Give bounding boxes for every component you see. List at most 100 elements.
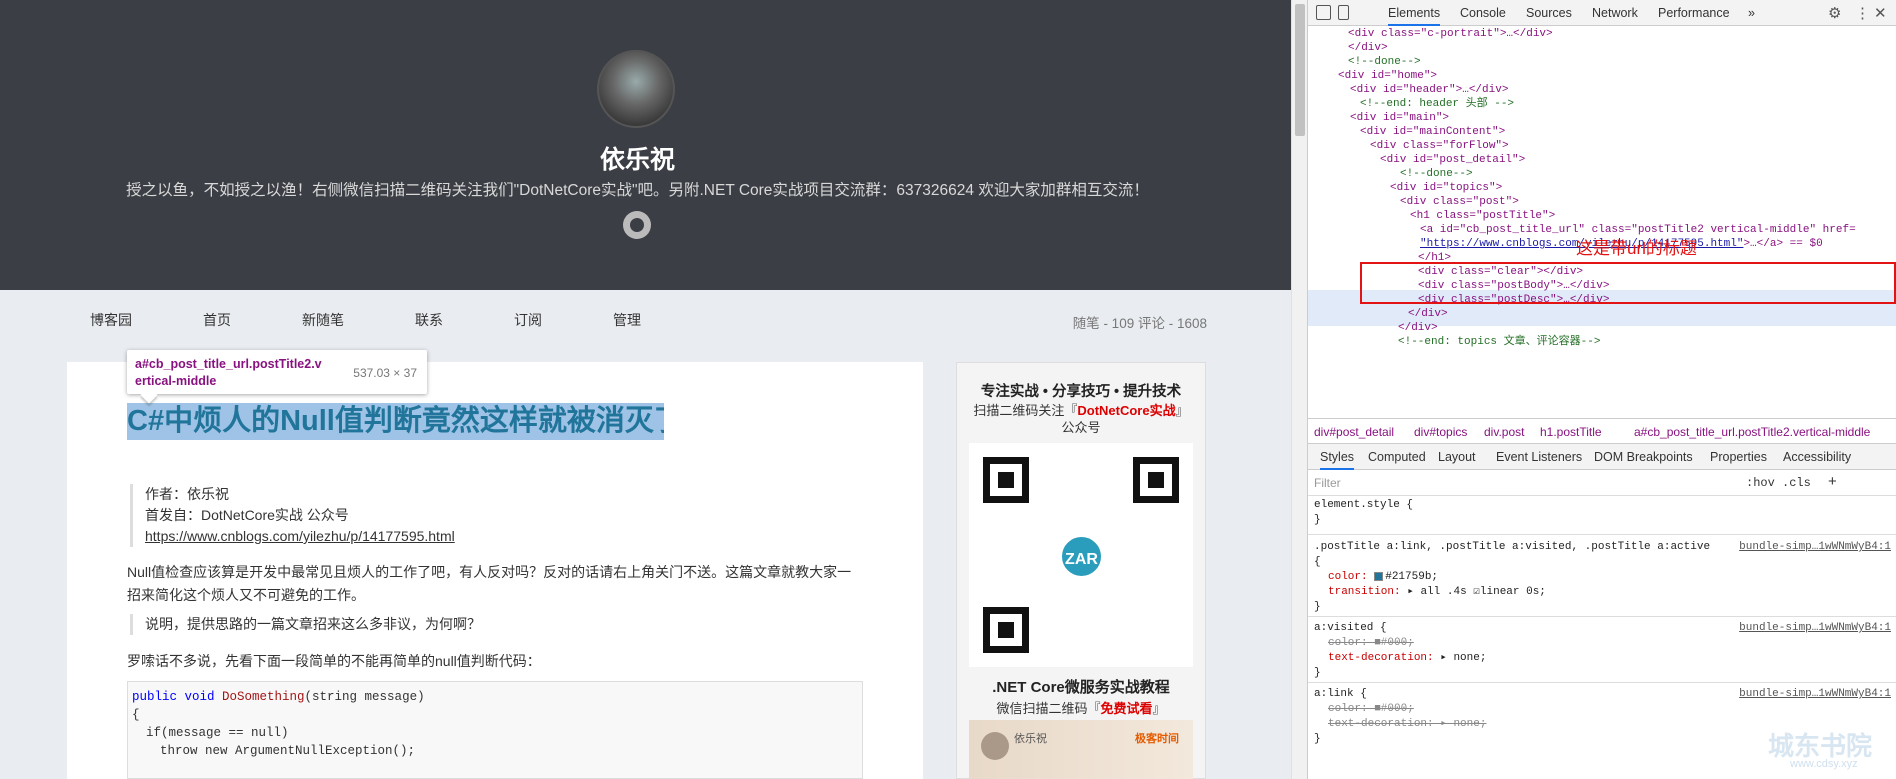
- banner-name: 依乐祝: [1014, 733, 1047, 745]
- blog-stats: 随笔 - 109 评论 - 1608: [1072, 316, 1207, 331]
- rule-prop-text-decoration[interactable]: text-decoration: ▸ none;: [1328, 651, 1486, 666]
- color-swatch[interactable]: [1374, 571, 1384, 581]
- post-meta-quote: 作者：依乐祝 首发自：DotNetCore实战 公众号 https://www.…: [130, 484, 455, 547]
- nav-new-post[interactable]: 新随笔: [302, 310, 344, 330]
- styles-tabs: Styles Computed Layout Event Listeners D…: [1308, 444, 1896, 470]
- qr-finder-bl: [983, 607, 1029, 653]
- rule-open: {: [1314, 556, 1321, 568]
- avatar[interactable]: [597, 50, 675, 128]
- devtools-panel: Elements Console Sources Network Perform…: [1307, 0, 1896, 779]
- rule-source-link[interactable]: bundle-simp…1wWNmWyB4:1: [1739, 540, 1891, 555]
- breadcrumb-item[interactable]: div#topics: [1414, 425, 1467, 439]
- qr-finder-tl: [983, 457, 1029, 503]
- more-menu-icon[interactable]: ⋮: [1855, 4, 1870, 22]
- hov-cls-toggle[interactable]: :hov .cls: [1746, 476, 1811, 490]
- course-title: .NET Core微服务实战教程: [992, 679, 1170, 696]
- tab-elements[interactable]: Elements: [1388, 6, 1441, 26]
- rule-prop-color-overridden[interactable]: color: ■#000;: [1328, 636, 1414, 651]
- meta-link[interactable]: https://www.cnblogs.com/yilezhu/p/141775…: [145, 526, 455, 547]
- rule-end: }: [1314, 667, 1321, 679]
- tab-accessibility[interactable]: Accessibility: [1783, 450, 1851, 464]
- qr-code: ZAR: [969, 443, 1193, 667]
- tab-sources[interactable]: Sources: [1526, 6, 1572, 20]
- sidebar-promo: 专注实战 • 分享技巧 • 提升技术 扫描二维码关注『DotNetCore实战』…: [956, 362, 1206, 779]
- gear-icon[interactable]: ⚙: [1828, 4, 1841, 22]
- breadcrumb-item-current[interactable]: a#cb_post_title_url.postTitle2.vertical-…: [1634, 425, 1870, 439]
- tab-dom-breakpoints[interactable]: DOM Breakpoints: [1594, 450, 1693, 464]
- devtools-toolbar: Elements Console Sources Network Perform…: [1308, 0, 1896, 26]
- add-rule-icon[interactable]: +: [1828, 473, 1837, 490]
- screen: 依乐祝 授之以鱼，不如授之以渔！右侧微信扫描二维码关注我们"DotNetCore…: [0, 0, 1896, 779]
- github-icon[interactable]: [623, 211, 651, 239]
- device-toggle-icon[interactable]: [1338, 5, 1349, 20]
- tooltip-dimensions: 537.03 × 37: [353, 366, 417, 380]
- nav-cnblogs[interactable]: 博客园: [90, 310, 132, 330]
- banner-avatar: [981, 732, 1009, 760]
- breadcrumb-item[interactable]: div.post: [1484, 425, 1524, 439]
- dom-tree: <div class="c-portrait">…</div> </div> <…: [1308, 26, 1896, 414]
- rule-prop-color-overridden[interactable]: color: ■#000;: [1328, 702, 1414, 717]
- close-icon[interactable]: ✕: [1874, 4, 1887, 22]
- intro-paragraph: Null值检查应该算是开发中最常见且烦人的工作了吧，有人反对吗？反对的话请右上角…: [127, 564, 852, 603]
- annotation-highlight-box: [1360, 262, 1896, 304]
- rule-end: }: [1314, 601, 1321, 613]
- scrollbar-thumb[interactable]: [1295, 4, 1305, 136]
- rule-prop-transition[interactable]: transition: ▸ all .4s ☑linear 0s;: [1328, 585, 1546, 600]
- tab-console[interactable]: Console: [1460, 6, 1506, 20]
- styles-filter[interactable]: Filter :hov .cls +: [1308, 470, 1896, 496]
- filter-input[interactable]: Filter: [1314, 476, 1341, 490]
- rule-element-style[interactable]: element.style {: [1314, 498, 1413, 513]
- tab-performance[interactable]: Performance: [1658, 6, 1730, 20]
- tab-properties[interactable]: Properties: [1710, 450, 1767, 464]
- nav-contact[interactable]: 联系: [415, 310, 443, 330]
- tab-layout[interactable]: Layout: [1438, 450, 1476, 464]
- note-quote: 说明，提供思路的一篇文章招来这么多非议，为何啊？: [130, 614, 481, 635]
- qr-badge: ZAR: [1059, 534, 1104, 579]
- course-subtitle: 微信扫描二维码『免费试看』: [996, 701, 1166, 716]
- inspect-tooltip: a#cb_post_title_url.postTitle2.vertical-…: [127, 350, 427, 404]
- sidebar-subtitle: 扫描二维码关注『DotNetCore实战』公众号: [973, 403, 1189, 435]
- rule-prop-color[interactable]: color: #21759b;: [1328, 570, 1438, 585]
- rule-source-link[interactable]: bundle-simp…1wWNmWyB4:1: [1739, 621, 1891, 636]
- blog-intro: 授之以鱼，不如授之以渔！右侧微信扫描二维码关注我们"DotNetCore实战"吧…: [126, 182, 1149, 199]
- qr-finder-tr: [1133, 457, 1179, 503]
- meta-first-published: 首发自：DotNetCore实战 公众号: [145, 507, 349, 523]
- rule-selector[interactable]: a:visited {: [1314, 621, 1387, 636]
- sidebar-heading: 专注实战 • 分享技巧 • 提升技术: [980, 384, 1182, 400]
- more-tabs-icon[interactable]: »: [1748, 6, 1755, 20]
- meta-author: 作者：依乐祝: [145, 486, 229, 502]
- breadcrumb-item[interactable]: h1.postTitle: [1540, 425, 1602, 439]
- code-line-4: throw new ArgumentNullException();: [160, 744, 416, 758]
- code-intro-paragraph: 罗嗦话不多说，先看下面一段简单的不能再简单的null值判断代码：: [127, 653, 541, 669]
- course-banner[interactable]: 依乐祝 极客时间: [969, 720, 1193, 779]
- rule-selector[interactable]: .postTitle a:link, .postTitle a:visited,…: [1314, 540, 1710, 555]
- page-scrollbar[interactable]: [1291, 0, 1307, 779]
- blog-nav: 博客园 首页 新随笔 联系 订阅 管理 随笔 - 109 评论 - 1608: [67, 290, 1207, 350]
- dom-comment[interactable]: <!--end: topics 文章、评论容器-->: [1398, 334, 1600, 351]
- code-line-3: if(message == null): [146, 726, 289, 740]
- rule-end: }: [1314, 733, 1321, 745]
- rule-prop-text-decoration-overridden[interactable]: text-decoration: ▸ none;: [1328, 717, 1486, 732]
- code-line-1: public void DoSomething(string message): [132, 690, 425, 704]
- tab-computed[interactable]: Computed: [1368, 450, 1426, 464]
- nav-home[interactable]: 首页: [203, 310, 231, 330]
- nav-manage[interactable]: 管理: [613, 310, 641, 330]
- banner-brand: 极客时间: [1135, 733, 1179, 745]
- tab-event-listeners[interactable]: Event Listeners: [1496, 450, 1582, 464]
- annotation-text: 这是带url的标题: [1576, 239, 1697, 258]
- tab-styles[interactable]: Styles: [1320, 450, 1355, 470]
- nav-subscribe[interactable]: 订阅: [514, 310, 542, 330]
- code-line-2: {: [132, 708, 140, 722]
- rule-source-link[interactable]: bundle-simp…1wWNmWyB4:1: [1739, 687, 1891, 702]
- tab-network[interactable]: Network: [1592, 6, 1638, 20]
- watermark-url: www.cdsy.xyz: [1790, 758, 1858, 770]
- inspect-icon[interactable]: [1316, 5, 1331, 20]
- breadcrumb-item[interactable]: div#post_detail: [1314, 425, 1394, 439]
- blog-header: 依乐祝 授之以鱼，不如授之以渔！右侧微信扫描二维码关注我们"DotNetCore…: [0, 0, 1291, 290]
- code-block: public void DoSomething(string message) …: [127, 681, 863, 779]
- blog-author-name[interactable]: 依乐祝: [0, 140, 1275, 176]
- tooltip-selector: a#cb_post_title_url.postTitle2.vertical-…: [135, 357, 322, 388]
- blog-page: 依乐祝 授之以鱼，不如授之以渔！右侧微信扫描二维码关注我们"DotNetCore…: [0, 0, 1291, 779]
- rule-selector[interactable]: a:link {: [1314, 687, 1367, 702]
- post-title-link[interactable]: C#中烦人的Null值判断竟然这样就被消灭了: [127, 403, 664, 440]
